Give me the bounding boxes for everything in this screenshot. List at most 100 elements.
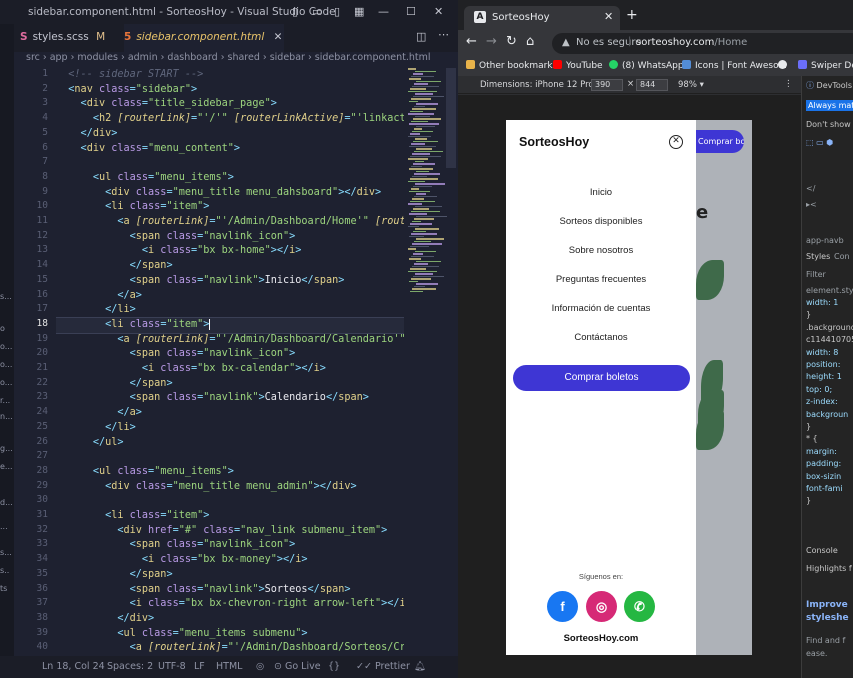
split-editor-icon[interactable]: ◫ [416,30,426,43]
nav-link-contactanos[interactable]: Contáctanos [506,332,696,343]
facebook-icon[interactable]: f [547,591,578,622]
bookmark-label: YouTube [566,61,603,71]
dom-tree[interactable]: </ [806,184,815,193]
zoom-select[interactable]: 98% ▾ [678,80,704,90]
url-text[interactable]: sorteoshoy.com/Home [636,37,747,48]
dont-show-button[interactable]: Don't show [806,120,851,129]
toggle-panel-icon[interactable]: ▭ [312,5,322,18]
styles-tab[interactable]: Styles [806,252,830,261]
inspect-icons[interactable]: ⬚ ▭ ⬢ [806,138,833,147]
styles-filter-input[interactable]: Filter [806,270,826,279]
minimap-line [413,118,441,120]
line-number: 6 [42,141,48,153]
browser-window: A SorteosHoy ✕ + ← → ↻ ⌂ ▲ No es seguro … [458,0,853,678]
device-select[interactable]: Dimensions: iPhone 12 Pro ▾ [480,80,601,90]
brand-logo[interactable]: SorteosHoy [519,135,589,149]
minimap-line [416,215,447,217]
forward-icon[interactable]: → [486,34,497,49]
new-tab-button[interactable]: + [626,7,638,23]
language-mode[interactable]: HTML [216,661,242,672]
line-number: 19 [36,332,48,344]
encoding[interactable]: UTF-8 [158,661,186,672]
address-bar[interactable]: ▲ No es seguro | sorteoshoy.com/Home [552,33,853,54]
minimize-button[interactable]: — [378,5,389,18]
device-toolbar: Dimensions: iPhone 12 Pro ▾ 390 × 844 98… [458,76,801,94]
nav-link-sorteos[interactable]: Sorteos disponibles [506,216,696,227]
whatsapp-icon[interactable]: ✆ [624,591,655,622]
toggle-sidebar-icon[interactable]: ▯ [292,5,298,18]
line-number: 35 [36,567,48,579]
bookmark-globe[interactable] [778,60,791,71]
layout-icon[interactable]: ▦ [354,5,364,18]
nav-link-cuentas[interactable]: Información de cuentas [506,303,696,314]
minimap-line [414,195,437,197]
buy-tickets-button[interactable]: Comprar boletos [513,365,690,391]
code-line: </span> [129,260,173,272]
line-number: 36 [36,582,48,594]
end-of-line[interactable]: LF [194,661,205,672]
console-tab[interactable]: Console [806,546,838,555]
close-tab-icon[interactable]: ✕ [604,10,613,23]
minimap-line [411,143,425,145]
flag-icon [682,60,691,69]
tab-styles-scss[interactable]: Sstyles.scss M [20,24,124,52]
maximize-button[interactable]: ☐ [406,5,416,18]
line-number: 34 [36,553,48,565]
dom-tree-crumb[interactable]: app-navb [806,236,844,245]
globe-icon [778,60,787,69]
code-line: </li> [105,421,136,433]
line-number: 25 [36,420,48,432]
url-host: sorteoshoy.com [636,37,715,48]
editor-scrollbar[interactable] [446,68,456,168]
line-number: 18 [36,317,48,329]
cursor-position[interactable]: Ln 18, Col 24 [42,661,105,672]
nav-link-preguntas[interactable]: Preguntas frecuentes [506,274,696,285]
computed-tab[interactable]: Con [834,252,850,261]
bell-icon[interactable]: 🔔︎ [414,661,426,672]
close-menu-icon[interactable]: ✕ [669,135,683,149]
close-tab-icon[interactable]: ✕ [274,31,283,43]
more-options-icon[interactable]: ⋮ [784,79,793,89]
close-window-button[interactable]: ✕ [434,5,443,18]
explorer-fragment: s.. [0,566,10,575]
line-number: 32 [36,523,48,535]
warning-icon[interactable]: ▲ [562,37,570,48]
prettier-button[interactable]: ✓✓ Prettier [356,661,410,672]
reload-icon[interactable]: ↻ [506,34,517,49]
bookmark-other[interactable]: Other bookmarks [466,60,557,71]
tab-label: sidebar.component.html [136,31,265,43]
css-rule-line: } [806,422,812,431]
nav-link-inicio[interactable]: Inicio [506,187,696,198]
back-icon[interactable]: ← [466,34,477,49]
instagram-icon[interactable]: ◎ [586,591,617,622]
always-match-button[interactable]: Always match [806,100,853,111]
toggle-secondary-icon[interactable]: ▯ [334,5,340,18]
minimap-line [408,68,416,70]
breadcrumb[interactable]: src › app › modules › admin › dashboard … [14,52,458,68]
bookmark-whatsapp[interactable]: (8) WhatsApp [609,60,684,71]
code-editor[interactable]: <!-- sidebar START --> <nav class="sideb… [56,68,404,656]
minimap-line [415,160,424,162]
nav-link-sobre-nosotros[interactable]: Sobre nosotros [506,245,696,256]
explorer-fragment: g... [0,444,13,453]
device-height-input[interactable]: 844 [636,79,668,91]
bookmark-swiper[interactable]: Swiper Dem [798,60,853,71]
indentation[interactable]: Spaces: 2 [107,661,153,672]
more-actions-icon[interactable]: ⋯ [438,28,449,41]
tab-sidebar-html[interactable]: 5 sidebar.component.html ✕ [124,24,284,52]
line-number: 33 [36,538,48,550]
device-width-input[interactable]: 390 [591,79,623,91]
dom-tree-node[interactable]: ▸< [806,200,817,209]
minimap-line [408,113,434,115]
tab-label: styles.scss [32,31,89,43]
line-number: 22 [36,376,48,388]
minimap-line [413,185,432,187]
home-icon[interactable]: ⌂ [526,34,534,49]
status-bar: Ln 18, Col 24 Spaces: 2 UTF-8 LF HTML ◎ … [0,656,458,678]
minimap[interactable] [408,68,447,298]
bookmark-fontawesome[interactable]: Icons | Font Aweso... [682,60,787,71]
go-live-button[interactable]: ⊙ Go Live [274,661,321,672]
bookmark-youtube[interactable]: YouTube [553,60,603,71]
browser-tab[interactable]: A SorteosHoy ✕ [464,6,620,30]
divider: | [628,36,632,47]
